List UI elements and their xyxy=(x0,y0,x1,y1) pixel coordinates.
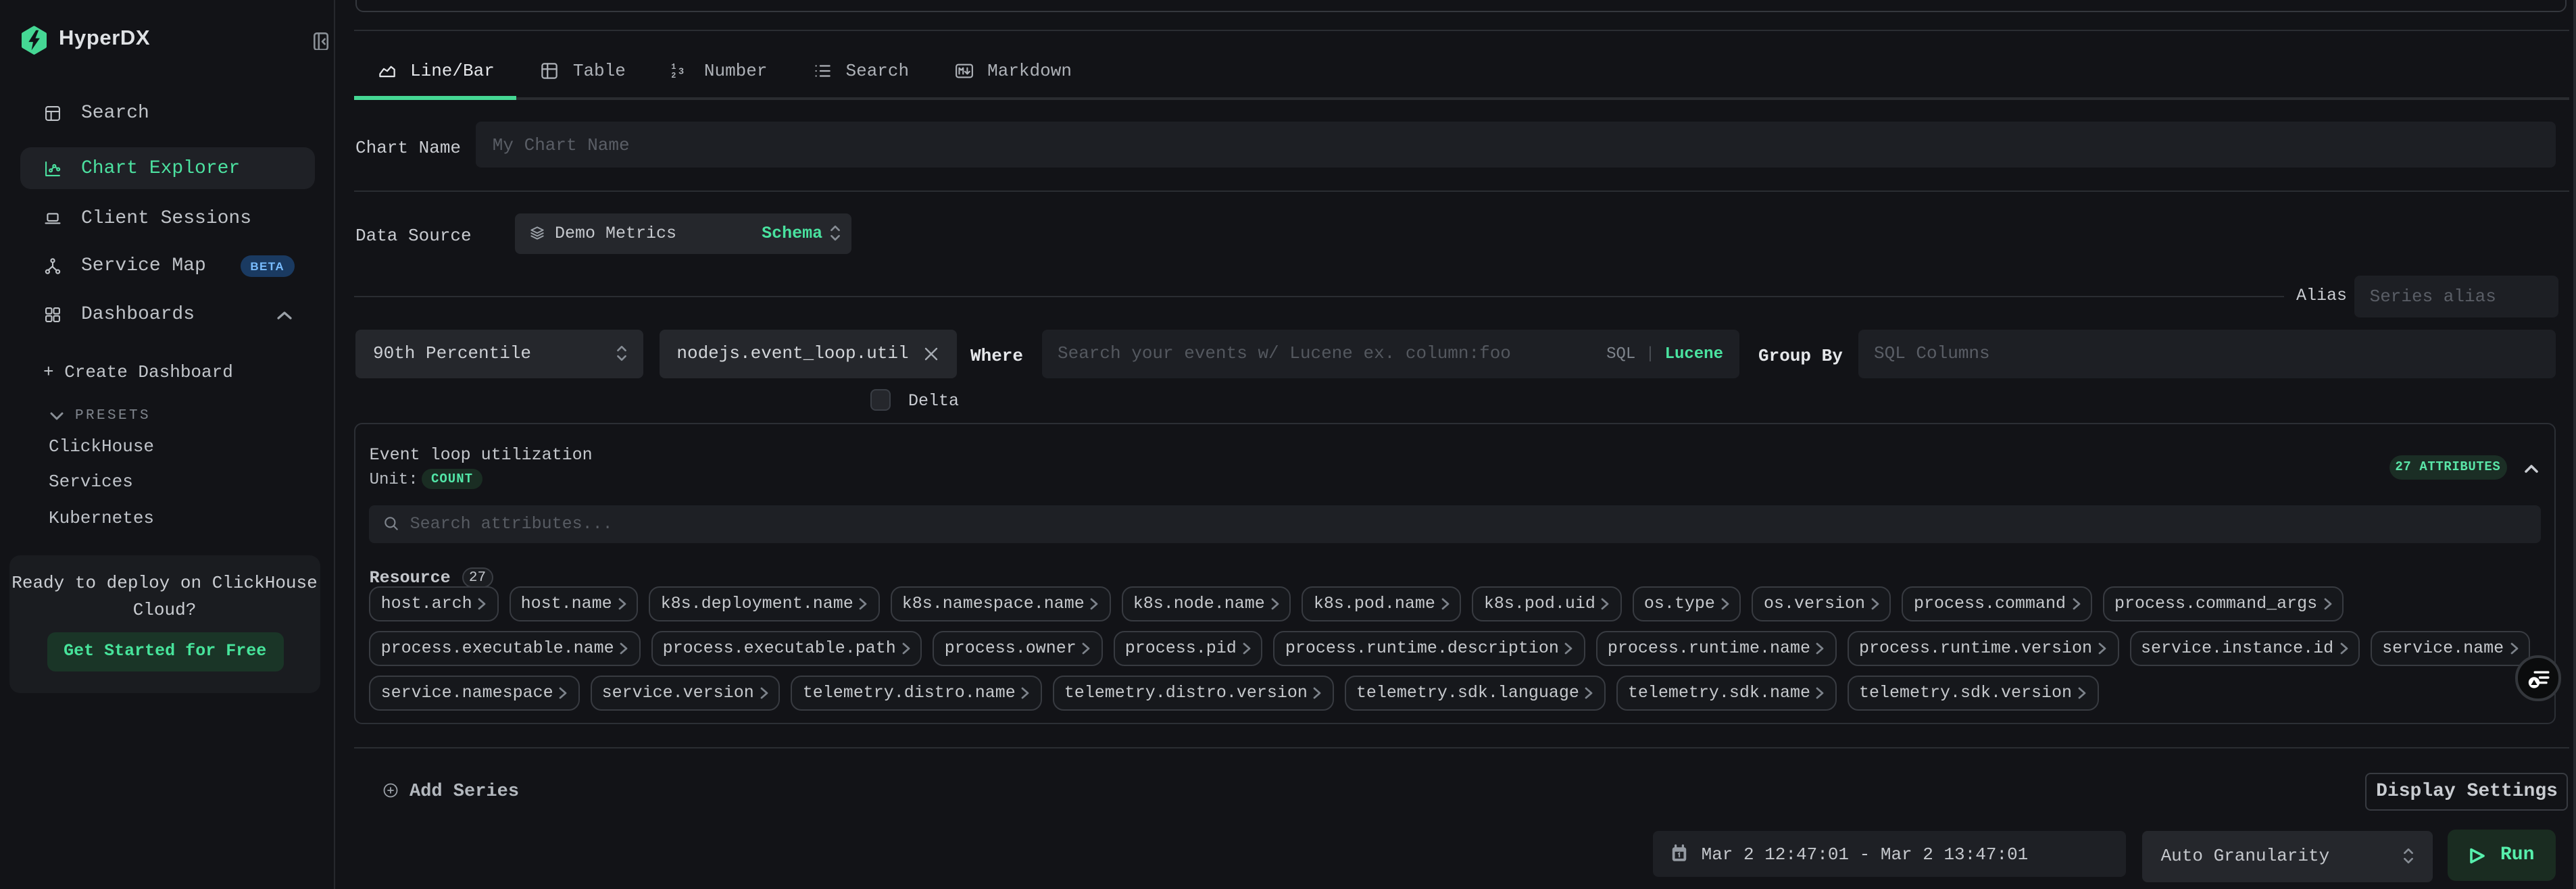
svg-text:3: 3 xyxy=(678,66,684,76)
svg-text:1: 1 xyxy=(671,61,676,71)
svg-text:2: 2 xyxy=(671,70,676,80)
